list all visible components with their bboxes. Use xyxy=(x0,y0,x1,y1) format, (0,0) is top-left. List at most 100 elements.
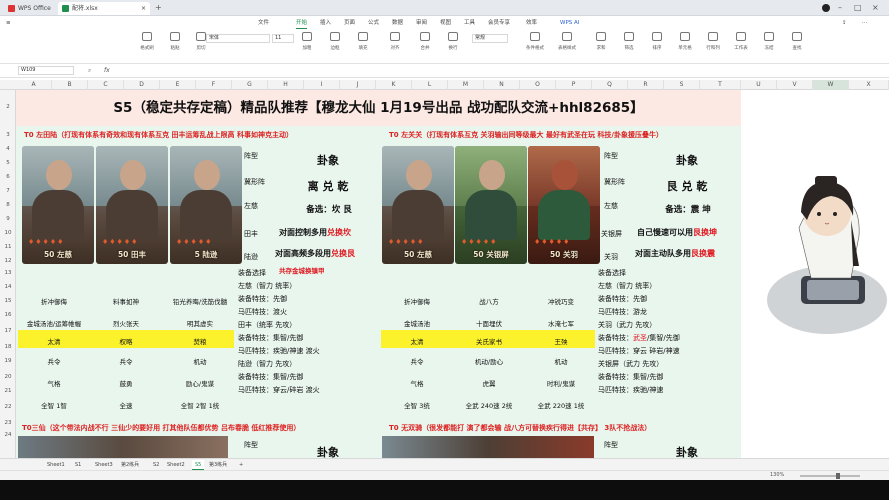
skill-cell[interactable]: 全智 2智 1统 xyxy=(160,400,240,410)
skill-cell[interactable]: 权略 xyxy=(86,336,166,346)
row-header[interactable]: 24 xyxy=(0,432,16,438)
row-header[interactable]: 5 xyxy=(0,160,16,166)
column-header-b[interactable]: B xyxy=(52,80,88,90)
skill-cell[interactable]: 折冲御侮 xyxy=(16,296,94,306)
menu-page[interactable]: 页面 xyxy=(344,19,355,28)
find-tool[interactable]: 查找 xyxy=(782,30,812,58)
column-header-o[interactable]: O xyxy=(520,80,556,90)
row-header[interactable]: 2 xyxy=(0,104,16,110)
skill-cell[interactable]: 全智 3统 xyxy=(377,400,457,410)
row-header[interactable]: 6 xyxy=(0,174,16,180)
close-tab-icon[interactable]: × xyxy=(141,2,146,15)
maximize-icon[interactable]: □ xyxy=(854,3,862,13)
skill-cell[interactable]: 时利/鬼谋 xyxy=(521,378,601,388)
menu-home[interactable]: 开始 xyxy=(296,19,308,29)
sheet-tab[interactable]: Sheet1 xyxy=(44,460,68,470)
skill-cell[interactable]: 铅光养晦/洗筋伐髓 xyxy=(160,296,240,306)
zoom-slider-handle[interactable] xyxy=(836,473,840,479)
column-header-f[interactable]: F xyxy=(196,80,232,90)
wrap-tool[interactable]: 换行 xyxy=(438,30,468,58)
sheet-tab[interactable]: S1 xyxy=(72,460,84,470)
menu-data[interactable]: 数据 xyxy=(392,19,403,28)
row-header[interactable]: 22 xyxy=(0,404,16,410)
column-header-m[interactable]: M xyxy=(448,80,484,90)
skill-cell[interactable]: 励心/鬼谋 xyxy=(160,378,240,388)
fill-tool[interactable]: 填充 xyxy=(348,30,378,58)
row-header[interactable]: 16 xyxy=(0,312,16,318)
skill-cell[interactable]: 气格 xyxy=(16,378,94,388)
row-header[interactable]: 12 xyxy=(0,258,16,264)
menu-tools[interactable]: 工具 xyxy=(464,19,475,28)
skill-cell[interactable]: 兵令 xyxy=(86,356,166,366)
column-header-a[interactable]: A xyxy=(16,80,52,90)
skill-cell[interactable]: 关氏家书 xyxy=(449,336,529,346)
sheet-tab[interactable]: S2 xyxy=(150,460,162,470)
skill-cell[interactable]: 烈火张天 xyxy=(86,318,166,328)
column-header-c[interactable]: C xyxy=(88,80,124,90)
row-header[interactable]: 11 xyxy=(0,244,16,250)
column-header-u[interactable]: U xyxy=(741,80,777,90)
bold-tool[interactable]: 加粗 xyxy=(292,30,322,58)
table-style-tool[interactable]: 表格样式 xyxy=(552,30,582,58)
column-header-n[interactable]: N xyxy=(484,80,520,90)
format-painter-tool[interactable]: 格式刷 xyxy=(132,30,162,58)
number-format-select[interactable]: 常规 xyxy=(472,34,508,43)
skill-cell[interactable]: 机动/励心 xyxy=(449,356,529,366)
sum-tool[interactable]: 求和 xyxy=(586,30,616,58)
column-header-x[interactable]: X xyxy=(849,80,889,90)
row-header[interactable]: 3 xyxy=(0,132,16,138)
column-header-h[interactable]: H xyxy=(268,80,304,90)
sort-tool[interactable]: 排序 xyxy=(642,30,672,58)
column-header-q[interactable]: Q xyxy=(592,80,628,90)
skill-cell[interactable]: 全智 1智 xyxy=(16,400,94,410)
freeze-tool[interactable]: 冻结 xyxy=(754,30,784,58)
close-window-icon[interactable]: × xyxy=(872,3,879,13)
skill-cell[interactable]: 王殃 xyxy=(521,336,601,346)
sheet-tab[interactable]: Sheet3 xyxy=(92,460,116,470)
skill-cell[interactable]: 水淹七军 xyxy=(521,318,601,328)
column-header-s[interactable]: S xyxy=(664,80,700,90)
row-header[interactable]: 23 xyxy=(0,420,16,426)
merge-tool[interactable]: 合并 xyxy=(410,30,440,58)
column-header-r[interactable]: R xyxy=(628,80,664,90)
skill-cell[interactable]: 太清 xyxy=(377,336,457,346)
share-icon[interactable]: ⇪ xyxy=(842,19,847,28)
menu-view[interactable]: 视图 xyxy=(440,19,451,28)
align-tool[interactable]: 对齐 xyxy=(380,30,410,58)
row-header[interactable]: 13 xyxy=(0,270,16,276)
zoom-formula-icon[interactable]: ⌕ xyxy=(88,67,91,75)
minimize-icon[interactable]: – xyxy=(838,3,842,13)
sheet-tab[interactable]: 第3练兵 xyxy=(206,460,230,470)
sheet-tab[interactable]: S5 xyxy=(192,460,205,470)
skill-cell[interactable]: 兵令 xyxy=(377,356,457,366)
column-header-p[interactable]: P xyxy=(556,80,592,90)
skill-cell[interactable]: 焚粮 xyxy=(160,336,240,346)
menu-insert[interactable]: 插入 xyxy=(320,19,331,28)
skill-cell[interactable]: 全速 xyxy=(86,400,166,410)
filter-tool[interactable]: 筛选 xyxy=(614,30,644,58)
skill-cell[interactable]: 明其虚实 xyxy=(160,318,240,328)
worksheet-tool[interactable]: 工作表 xyxy=(726,30,756,58)
column-header-l[interactable]: L xyxy=(412,80,448,90)
row-header[interactable]: 4 xyxy=(0,146,16,152)
skill-cell[interactable]: 机动 xyxy=(160,356,240,366)
skill-cell[interactable]: 太清 xyxy=(16,336,94,346)
menu-efficiency[interactable]: 效率 xyxy=(526,19,537,28)
sheet-tab[interactable]: + xyxy=(236,460,246,470)
column-header-e[interactable]: E xyxy=(160,80,196,90)
row-col-tool[interactable]: 行和列 xyxy=(698,30,728,58)
sheet-tab[interactable]: 第2练兵 xyxy=(118,460,142,470)
column-header-k[interactable]: K xyxy=(376,80,412,90)
border-tool[interactable]: 边框 xyxy=(320,30,350,58)
row-header[interactable]: 18 xyxy=(0,344,16,350)
menu-member[interactable]: 会员专享 xyxy=(488,19,510,28)
more-icon[interactable]: ⋯ xyxy=(862,19,868,28)
row-header[interactable]: 10 xyxy=(0,230,16,236)
name-box[interactable]: W109 xyxy=(18,66,74,75)
sheet-tab[interactable]: Sheet2 xyxy=(164,460,188,470)
row-header[interactable]: 15 xyxy=(0,298,16,304)
skill-cell[interactable]: 气格 xyxy=(377,378,457,388)
column-header-v[interactable]: V xyxy=(777,80,813,90)
menu-formula[interactable]: 公式 xyxy=(368,19,379,28)
user-avatar[interactable] xyxy=(822,4,830,12)
